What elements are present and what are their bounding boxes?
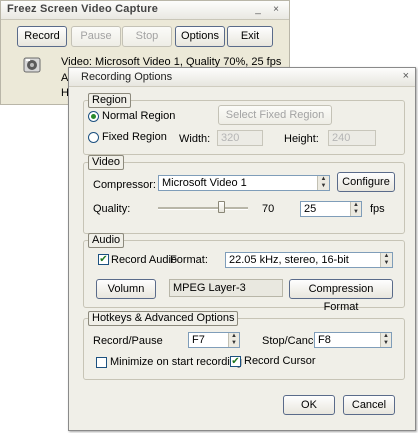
main-title-bar: Freez Screen Video Capture _ × bbox=[1, 1, 289, 20]
minimize-button[interactable]: _ bbox=[251, 4, 265, 16]
format-label: Format: bbox=[170, 254, 208, 266]
close-button[interactable]: × bbox=[269, 4, 283, 16]
fps-spinner-icon[interactable]: ▲ ▼ bbox=[350, 202, 361, 216]
video-legend: Video bbox=[88, 155, 124, 170]
compressor-label: Compressor: bbox=[93, 179, 156, 191]
stop-button-label: Stop bbox=[135, 30, 159, 42]
video-group: Video Compressor: Microsoft Video 1 ▲ ▼ C… bbox=[83, 155, 405, 234]
ok-button[interactable]: OK bbox=[283, 395, 335, 415]
select-fixed-region-label: Select Fixed Region bbox=[225, 109, 325, 121]
hotkeys-legend: Hotkeys & Advanced Options bbox=[88, 311, 239, 326]
pause-button: Pause bbox=[71, 26, 121, 47]
compressor-value: Microsoft Video 1 bbox=[162, 177, 247, 189]
fps-value: 25 bbox=[304, 203, 317, 215]
record-audio-label: Record Audio bbox=[111, 254, 178, 266]
quality-slider-thumb[interactable] bbox=[218, 201, 225, 213]
normal-region-label: Normal Region bbox=[102, 110, 176, 122]
audio-group: Audio ✔ Record Audio Format: 22.05 kHz, … bbox=[83, 233, 405, 313]
speaker-icon bbox=[23, 55, 43, 75]
record-button[interactable]: Record bbox=[17, 26, 67, 47]
options-button-label: Options bbox=[181, 30, 219, 42]
audio-format-dropdown[interactable]: 22.05 kHz, stereo, 16-bit ▲ ▼ bbox=[225, 252, 393, 268]
cancel-button[interactable]: Cancel bbox=[343, 395, 395, 415]
dialog-title: Recording Options bbox=[81, 71, 173, 83]
record-pause-spinner-icon[interactable]: ▲ ▼ bbox=[228, 333, 239, 347]
stop-cancel-spinner-icon[interactable]: ▲ ▼ bbox=[380, 333, 391, 347]
compression-format-label: Compression Format bbox=[308, 283, 374, 313]
normal-region-radio[interactable] bbox=[88, 111, 99, 122]
fixed-region-radio[interactable] bbox=[88, 132, 99, 143]
minimize-on-start-checkbox[interactable] bbox=[96, 357, 107, 368]
region-group: Region Normal Region Fixed Region Select… bbox=[83, 93, 405, 155]
stop-button: Stop bbox=[122, 26, 172, 47]
cancel-button-label: Cancel bbox=[351, 399, 387, 411]
audio-legend: Audio bbox=[88, 233, 125, 248]
fps-label: fps bbox=[370, 203, 385, 215]
ok-button-label: OK bbox=[301, 399, 317, 411]
region-legend: Region bbox=[88, 93, 131, 108]
dialog-title-bar: Recording Options × bbox=[69, 68, 415, 87]
exit-button-label: Exit bbox=[240, 30, 260, 42]
volume-button[interactable]: Volumn bbox=[96, 279, 156, 299]
compressor-dropdown[interactable]: Microsoft Video 1 ▲ ▼ bbox=[158, 175, 330, 191]
exit-button[interactable]: Exit bbox=[227, 26, 273, 47]
fps-input[interactable]: 25 ▲ ▼ bbox=[300, 201, 362, 217]
compression-format-button[interactable]: Compression Format bbox=[289, 279, 393, 313]
hotkeys-group: Hotkeys & Advanced Options Record/Pause … bbox=[83, 311, 405, 380]
dialog-close-button[interactable]: × bbox=[403, 70, 409, 82]
audio-codec-value: MPEG Layer-3 bbox=[173, 282, 246, 294]
volume-button-label: Volumn bbox=[107, 283, 145, 295]
height-input: 240 bbox=[328, 130, 376, 146]
stop-cancel-label: Stop/Cancel bbox=[262, 335, 322, 347]
quality-label: Quality: bbox=[93, 203, 131, 215]
configure-button[interactable]: Configure bbox=[337, 172, 395, 192]
record-cursor-checkbox[interactable]: ✔ bbox=[230, 356, 241, 367]
configure-button-label: Configure bbox=[342, 176, 390, 188]
height-value: 240 bbox=[332, 132, 351, 144]
quality-slider-track bbox=[158, 207, 248, 210]
record-cursor-label: Record Cursor bbox=[244, 355, 316, 367]
main-window-title: Freez Screen Video Capture bbox=[7, 3, 159, 15]
record-audio-checkbox[interactable]: ✔ bbox=[98, 254, 109, 265]
width-label: Width: bbox=[179, 133, 211, 145]
width-value: 320 bbox=[221, 132, 240, 144]
stop-cancel-hotkey-value: F8 bbox=[318, 334, 331, 346]
record-pause-hotkey-input[interactable]: F7 ▲ ▼ bbox=[188, 332, 240, 348]
fixed-region-label: Fixed Region bbox=[102, 131, 167, 143]
audio-format-value: 22.05 kHz, stereo, 16-bit bbox=[229, 254, 349, 266]
select-fixed-region-button: Select Fixed Region bbox=[218, 105, 332, 125]
audio-format-dropdown-arrow-icon[interactable]: ▲ ▼ bbox=[380, 253, 392, 267]
compressor-dropdown-arrow-icon[interactable]: ▲ ▼ bbox=[317, 176, 329, 190]
record-button-label: Record bbox=[24, 30, 60, 42]
height-label: Height: bbox=[284, 133, 319, 145]
quality-value: 70 bbox=[262, 203, 275, 215]
audio-codec-display: MPEG Layer-3 bbox=[169, 279, 283, 297]
minimize-on-start-label: Minimize on start recording bbox=[110, 356, 243, 368]
options-button[interactable]: Options bbox=[175, 26, 225, 47]
record-pause-hotkey-value: F7 bbox=[192, 334, 205, 346]
stop-cancel-hotkey-input[interactable]: F8 ▲ ▼ bbox=[314, 332, 392, 348]
width-input: 320 bbox=[217, 130, 263, 146]
pause-button-label: Pause bbox=[80, 30, 112, 42]
record-pause-label: Record/Pause bbox=[93, 335, 163, 347]
recording-options-dialog: Recording Options × Region Normal Region… bbox=[68, 67, 416, 431]
